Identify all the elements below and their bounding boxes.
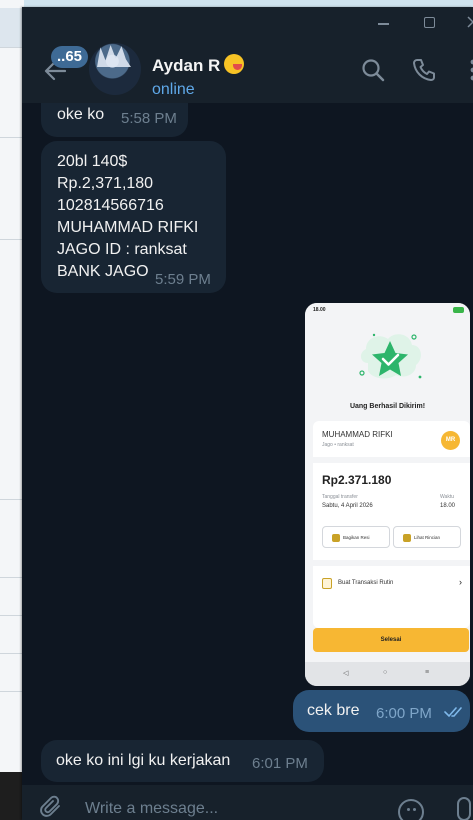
message-time: 5:59 PM xyxy=(155,271,211,288)
message-line: 102814566716 xyxy=(57,197,164,214)
search-icon[interactable] xyxy=(360,57,386,83)
background-terminal xyxy=(0,772,24,820)
contact-name[interactable]: Aydan R xyxy=(152,54,245,76)
message-text: oke ko ini lgi ku kerjakan xyxy=(56,752,231,769)
emoji-icon xyxy=(224,54,245,74)
date-value: Sabtu, 4 April 2026 xyxy=(322,503,373,509)
message-list[interactable]: oke ko 5:58 PM 20bl 140$ Rp.2,371,180 10… xyxy=(22,103,473,785)
photo-status-time: 18.00 xyxy=(313,307,326,313)
message-composer xyxy=(22,785,473,820)
card-divider xyxy=(313,560,470,566)
done-button: Selesai xyxy=(313,628,469,652)
maximize-button[interactable] xyxy=(409,7,449,37)
message-time: 5:58 PM xyxy=(121,110,177,127)
nav-back-icon: ◁ xyxy=(343,670,349,677)
unread-count-badge[interactable]: ..65 xyxy=(51,46,89,68)
message-line: 20bl 140$ xyxy=(57,153,128,170)
recipient-bank: Jago • ranksat xyxy=(322,442,354,448)
background-app xyxy=(0,0,24,820)
contact-avatar[interactable] xyxy=(89,43,141,95)
incoming-message[interactable]: oke ko ini lgi ku kerjakan 6:01 PM xyxy=(41,740,324,782)
title-bar xyxy=(22,7,473,37)
close-button[interactable] xyxy=(453,7,473,37)
message-line: Rp.2,371,180 xyxy=(57,175,154,192)
routine-transaction-label: Buat Transaksi Rutin xyxy=(338,580,394,586)
contact-name-text: Aydan R xyxy=(152,56,221,75)
photo-nav-bar: ◁ ○ ≡ xyxy=(305,662,470,686)
time-label: Waktu xyxy=(440,494,454,500)
share-icon xyxy=(332,534,340,542)
nav-menu-icon: ≡ xyxy=(425,669,430,676)
maximize-icon xyxy=(423,16,435,28)
date-label: Tanggal transfer xyxy=(322,494,358,500)
message-text: cek bre xyxy=(307,702,360,719)
emoji-picker-icon[interactable] xyxy=(398,799,424,820)
battery-icon xyxy=(453,307,464,313)
share-receipt-button: Bagikan Resi xyxy=(322,526,390,548)
document-icon xyxy=(403,534,411,542)
card-divider xyxy=(313,457,470,463)
message-line: MUHAMMAD RIFKI xyxy=(57,219,199,236)
calendar-icon xyxy=(322,578,332,589)
contact-status: online xyxy=(152,81,195,98)
recipient-name: MUHAMMAD RIFKI xyxy=(322,430,393,439)
chevron-right-icon: › xyxy=(459,577,462,587)
message-input[interactable] xyxy=(85,797,385,820)
microphone-icon[interactable] xyxy=(457,797,471,820)
receipt-title: Uang Berhasil Dikirim! xyxy=(349,403,426,410)
message-time: 6:00 PM xyxy=(376,705,432,722)
view-details-button: Lihat Rincian xyxy=(393,526,461,548)
double-check-icon xyxy=(444,707,462,718)
minimize-button[interactable] xyxy=(363,7,403,37)
recipient-avatar: MR xyxy=(441,431,460,450)
receipt-card: MUHAMMAD RIFKI Jago • ranksat MR Rp2.371… xyxy=(313,421,470,628)
nav-home-icon: ○ xyxy=(383,669,388,676)
message-time: 6:01 PM xyxy=(252,755,308,772)
view-details-label: Lihat Rincian xyxy=(414,535,441,540)
incoming-message[interactable]: 20bl 140$ Rp.2,371,180 102814566716 MUHA… xyxy=(41,141,226,293)
chat-header: ..65 Aydan R online xyxy=(22,37,473,103)
minimize-icon xyxy=(377,23,389,25)
message-text: oke ko xyxy=(57,106,105,123)
photo-status-bar: 18.00 xyxy=(305,303,470,317)
transfer-amount: Rp2.371.180 xyxy=(322,473,392,487)
more-options-icon[interactable] xyxy=(460,57,473,83)
success-star-icon xyxy=(359,333,422,379)
phone-call-icon[interactable] xyxy=(411,57,437,83)
telegram-window: ..65 Aydan R online oke ko 5:58 PM 20bl … xyxy=(22,7,473,820)
message-line: JAGO ID : ranksat xyxy=(57,241,187,258)
message-line: BANK JAGO xyxy=(57,263,149,280)
share-receipt-label: Bagikan Resi xyxy=(343,535,370,540)
routine-transaction-row: Buat Transaksi Rutin › xyxy=(313,569,470,599)
incoming-message[interactable]: oke ko 5:58 PM xyxy=(41,103,188,137)
receipt-photo-message[interactable]: 18.00 Uang Berhasil Dikirim! MUHAMMAD RI… xyxy=(305,303,470,686)
paperclip-icon[interactable] xyxy=(39,795,63,819)
outgoing-message[interactable]: cek bre 6:00 PM xyxy=(293,690,470,732)
time-value: 18.00 xyxy=(440,503,456,509)
close-icon xyxy=(467,16,473,28)
